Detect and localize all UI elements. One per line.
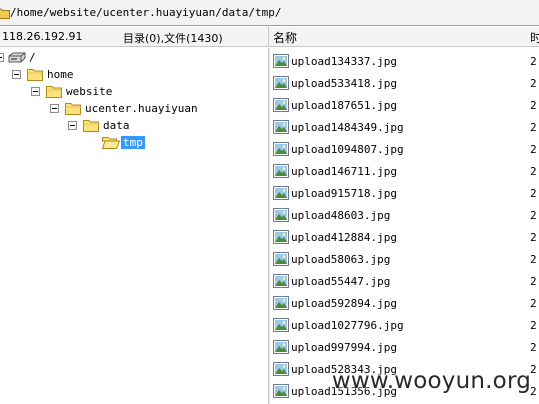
date-column-header[interactable]: 时 [530,29,539,46]
folder-icon [65,102,81,118]
file-date: 2 [530,187,537,200]
list-item[interactable]: upload134337.jpg 2 [270,50,539,72]
current-path: /home/website/ucenter.huayiyuan/data/tmp… [10,6,282,19]
file-name: upload533418.jpg [291,77,397,90]
file-date: 2 [530,143,537,156]
file-name: upload1094807.jpg [291,143,404,156]
file-date: 2 [530,275,537,288]
list-item[interactable]: upload997994.jpg 2 [270,336,539,358]
path-bar[interactable]: /home/website/ucenter.huayiyuan/data/tmp… [0,0,539,26]
collapse-toggle-icon[interactable] [0,53,4,62]
tree-label-website: website [66,85,113,98]
file-name: upload58063.jpg [291,253,391,266]
file-date: 2 [530,231,537,244]
name-column-header[interactable]: 名称 [273,29,297,46]
collapse-toggle-icon[interactable] [12,70,21,79]
file-name: upload915718.jpg [291,187,397,200]
image-file-icon [273,274,289,291]
image-file-icon [273,230,289,247]
image-file-icon [273,252,289,269]
server-ip: 118.26.192.91 [2,30,83,43]
file-name: upload1484349.jpg [291,121,404,134]
watermark: www.wooyun.org [331,368,531,394]
file-name: upload146711.jpg [291,165,397,178]
file-name: upload412884.jpg [291,231,397,244]
file-list: upload134337.jpg 2 upload533418.jpg 2 up… [270,48,539,404]
list-item[interactable]: upload412884.jpg 2 [270,226,539,248]
tree-label-tmp: tmp [121,136,145,149]
image-file-icon [273,142,289,159]
file-date: 2 [530,165,537,178]
image-file-icon [273,384,289,401]
folder-tree: / home website ucenter.huayiyuan data tm… [0,48,268,404]
image-file-icon [273,362,289,379]
file-date: 2 [530,99,537,112]
list-item[interactable]: upload58063.jpg 2 [270,248,539,270]
file-date: 2 [530,121,537,134]
collapse-toggle-icon[interactable] [31,87,40,96]
image-file-icon [273,164,289,181]
file-date: 2 [530,297,537,310]
image-file-icon [273,296,289,313]
tree-label-ucenter: ucenter.huayiyuan [85,102,198,115]
column-header-bar: 118.26.192.91 目录(0),文件(1430) 名称 时 [0,27,539,47]
file-date: 2 [530,319,537,332]
list-item[interactable]: upload1484349.jpg 2 [270,116,539,138]
file-date: 2 [530,209,537,222]
folder-icon [46,85,62,101]
collapse-toggle-icon[interactable] [68,121,77,130]
list-item[interactable]: upload55447.jpg 2 [270,270,539,292]
folder-icon [0,7,10,22]
image-file-icon [273,186,289,203]
file-name: upload187651.jpg [291,99,397,112]
list-item[interactable]: upload592894.jpg 2 [270,292,539,314]
list-item[interactable]: upload1027796.jpg 2 [270,314,539,336]
list-item[interactable]: upload1094807.jpg 2 [270,138,539,160]
file-date: 2 [530,77,537,90]
list-item[interactable]: upload915718.jpg 2 [270,182,539,204]
list-item[interactable]: upload533418.jpg 2 [270,72,539,94]
header-divider [268,27,269,47]
image-file-icon [273,340,289,357]
folder-icon [27,68,43,84]
image-file-icon [273,120,289,137]
image-file-icon [273,54,289,71]
file-date: 2 [530,55,537,68]
image-file-icon [273,318,289,335]
tree-label-data: data [103,119,130,132]
file-name: upload48603.jpg [291,209,391,222]
tree-label-home: home [47,68,74,81]
file-date: 2 [530,341,537,354]
folder-icon [83,119,99,135]
file-date: 2 [530,253,537,266]
image-file-icon [273,208,289,225]
image-file-icon [273,76,289,93]
drive-icon [8,52,26,66]
file-name: upload55447.jpg [291,275,391,288]
file-name: upload997994.jpg [291,341,397,354]
tree-label-root: / [29,51,36,64]
list-item[interactable]: upload146711.jpg 2 [270,160,539,182]
file-name: upload592894.jpg [291,297,397,310]
file-name: upload1027796.jpg [291,319,404,332]
list-item[interactable]: upload187651.jpg 2 [270,94,539,116]
collapse-toggle-icon[interactable] [50,104,59,113]
item-count: 目录(0),文件(1430) [123,32,223,45]
open-folder-icon [101,136,121,152]
image-file-icon [273,98,289,115]
file-name: upload134337.jpg [291,55,397,68]
list-item[interactable]: upload48603.jpg 2 [270,204,539,226]
